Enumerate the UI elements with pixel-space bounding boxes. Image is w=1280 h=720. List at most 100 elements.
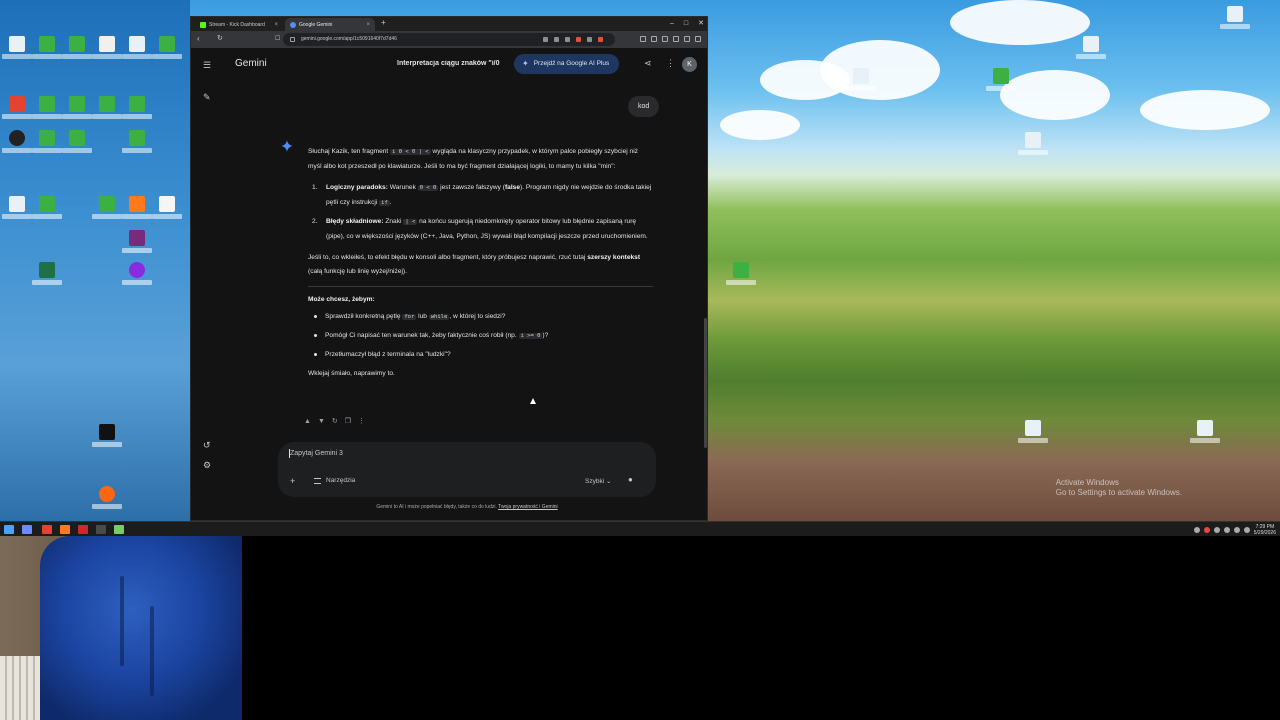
desktop-icon[interactable] <box>62 36 92 62</box>
gemini-spark-icon <box>281 140 293 152</box>
tab-google-gemini[interactable]: Google Gemini × <box>285 18 375 31</box>
desktop-icon[interactable] <box>1190 420 1220 446</box>
scrollbar[interactable] <box>704 318 707 448</box>
more-actions-icon[interactable]: ⋮ <box>358 417 365 426</box>
desktop-icon[interactable] <box>2 196 32 222</box>
bookmark-icon[interactable]: ☐ <box>275 34 280 44</box>
privacy-link[interactable]: Twoja prywatność i Gemini <box>498 504 557 510</box>
taskbar-app[interactable] <box>60 525 70 534</box>
desktop-icon[interactable] <box>152 196 182 222</box>
desktop-icon[interactable] <box>62 130 92 156</box>
desktop-icon[interactable] <box>726 262 756 288</box>
desktop-icon[interactable] <box>32 96 62 122</box>
desktop-icon[interactable] <box>32 196 62 222</box>
app-title[interactable]: Gemini <box>235 58 267 69</box>
winrar-icon[interactable] <box>122 230 152 256</box>
firefox-icon[interactable] <box>92 486 122 512</box>
extension-icon[interactable] <box>543 37 548 42</box>
close-window-button[interactable]: ✕ <box>698 18 704 29</box>
taskbar-app[interactable] <box>22 525 32 534</box>
desktop-icon[interactable] <box>1018 420 1048 446</box>
window-controls: – □ ✕ <box>670 18 704 29</box>
close-tab-icon[interactable]: × <box>274 22 278 28</box>
profile-icon[interactable] <box>684 36 690 42</box>
tray-icon[interactable] <box>1213 526 1220 533</box>
excel-icon[interactable] <box>32 262 62 288</box>
more-options-icon[interactable]: ⋮ <box>666 58 675 68</box>
desktop-icon[interactable] <box>1220 6 1250 32</box>
taskbar-app[interactable] <box>78 525 88 534</box>
desktop-icon[interactable] <box>122 96 152 122</box>
tab-kick-dashboard[interactable]: Stream - Kick Dashboard × <box>195 18 283 31</box>
thumb-up-icon[interactable]: ▲ <box>304 417 311 426</box>
desktop-icon[interactable] <box>32 36 62 62</box>
address-bar[interactable]: gemini.google.com/app/1c5091640f7d7d46 <box>283 33 615 46</box>
desktop-icon[interactable] <box>122 36 152 62</box>
desktop-icon[interactable] <box>62 96 92 122</box>
desktop-icon[interactable] <box>122 130 152 156</box>
regenerate-icon[interactable]: ↻ <box>332 417 338 426</box>
copy-icon[interactable]: ❐ <box>345 417 351 426</box>
site-info-icon[interactable] <box>290 37 295 42</box>
tray-icon[interactable] <box>1193 526 1200 533</box>
prompt-input[interactable]: Zapytaj Gemini 3 + Narzędzia Szybki ⌄ ● <box>278 442 656 497</box>
cloud <box>1000 70 1110 120</box>
avatar[interactable]: K <box>682 57 697 72</box>
sidepanel-icon[interactable] <box>640 36 646 42</box>
desktop-icon[interactable] <box>92 196 122 222</box>
network-icon[interactable] <box>1233 526 1240 533</box>
clock[interactable]: 7:29 PM 5/29/2026 <box>1254 524 1276 536</box>
desktop-icon[interactable] <box>92 36 122 62</box>
tools-button[interactable]: Narzędzia <box>314 477 355 484</box>
settings-icon[interactable]: ⚙ <box>203 460 211 470</box>
activity-icon[interactable]: ↺ <box>203 440 211 450</box>
downloads-icon[interactable] <box>673 36 679 42</box>
7zip-icon[interactable] <box>92 424 122 450</box>
desktop-icon[interactable] <box>122 262 152 288</box>
brave-icon[interactable] <box>2 96 32 122</box>
list-number: 2. <box>312 218 318 225</box>
new-tab-button[interactable]: + <box>381 18 386 27</box>
desktop-icon[interactable] <box>152 36 182 62</box>
start-button[interactable] <box>4 525 14 534</box>
taskbar-app[interactable] <box>114 525 124 534</box>
conversation-title[interactable]: Interpretacja ciągu znaków "i/0 <box>397 60 515 67</box>
desktop-icon[interactable] <box>32 130 62 156</box>
desktop-icon[interactable] <box>986 68 1016 94</box>
extension-icon[interactable] <box>587 37 592 42</box>
reload-icon[interactable]: ↻ <box>217 34 223 44</box>
extension-icon[interactable] <box>565 37 570 42</box>
extension-icon[interactable] <box>554 37 559 42</box>
desktop-icon[interactable] <box>1018 132 1048 158</box>
thumb-down-icon[interactable]: ▼ <box>318 417 325 426</box>
back-icon[interactable]: ‹ <box>197 34 200 44</box>
extension-icon[interactable] <box>598 37 603 42</box>
tab-search-icon[interactable] <box>651 36 657 42</box>
taskbar-app[interactable] <box>96 525 106 534</box>
model-selector[interactable]: Szybki ⌄ <box>585 477 611 485</box>
maximize-button[interactable]: □ <box>684 18 688 29</box>
new-chat-icon[interactable]: ✎ <box>203 92 211 102</box>
microphone-icon[interactable]: ● <box>628 475 633 484</box>
add-file-icon[interactable]: + <box>290 476 295 486</box>
tray-icon[interactable] <box>1203 526 1210 533</box>
desktop-icon[interactable] <box>92 96 122 122</box>
taskbar-app[interactable] <box>42 525 52 534</box>
desktop-icon[interactable] <box>122 196 152 222</box>
extension-icon[interactable] <box>576 37 581 42</box>
gemini-sidebar: ☰ ✎ ↺ ⚙ <box>191 48 227 520</box>
desktop-icon[interactable] <box>2 36 32 62</box>
desktop-icon[interactable] <box>846 68 876 94</box>
close-tab-icon[interactable]: × <box>366 22 370 28</box>
volume-icon[interactable] <box>1243 526 1250 533</box>
minimize-button[interactable]: – <box>670 18 674 29</box>
obs-icon[interactable] <box>2 130 32 156</box>
browser-menu-icon[interactable] <box>695 36 701 42</box>
menu-icon[interactable]: ☰ <box>203 60 211 70</box>
upgrade-label: Przejdź na Google AI Plus <box>533 60 610 67</box>
upgrade-button[interactable]: ✦ Przejdź na Google AI Plus <box>514 54 620 74</box>
extensions-icon[interactable] <box>662 36 668 42</box>
tray-icon[interactable] <box>1223 526 1230 533</box>
share-icon[interactable]: ⋖ <box>644 58 652 68</box>
desktop-icon[interactable] <box>1076 36 1106 62</box>
